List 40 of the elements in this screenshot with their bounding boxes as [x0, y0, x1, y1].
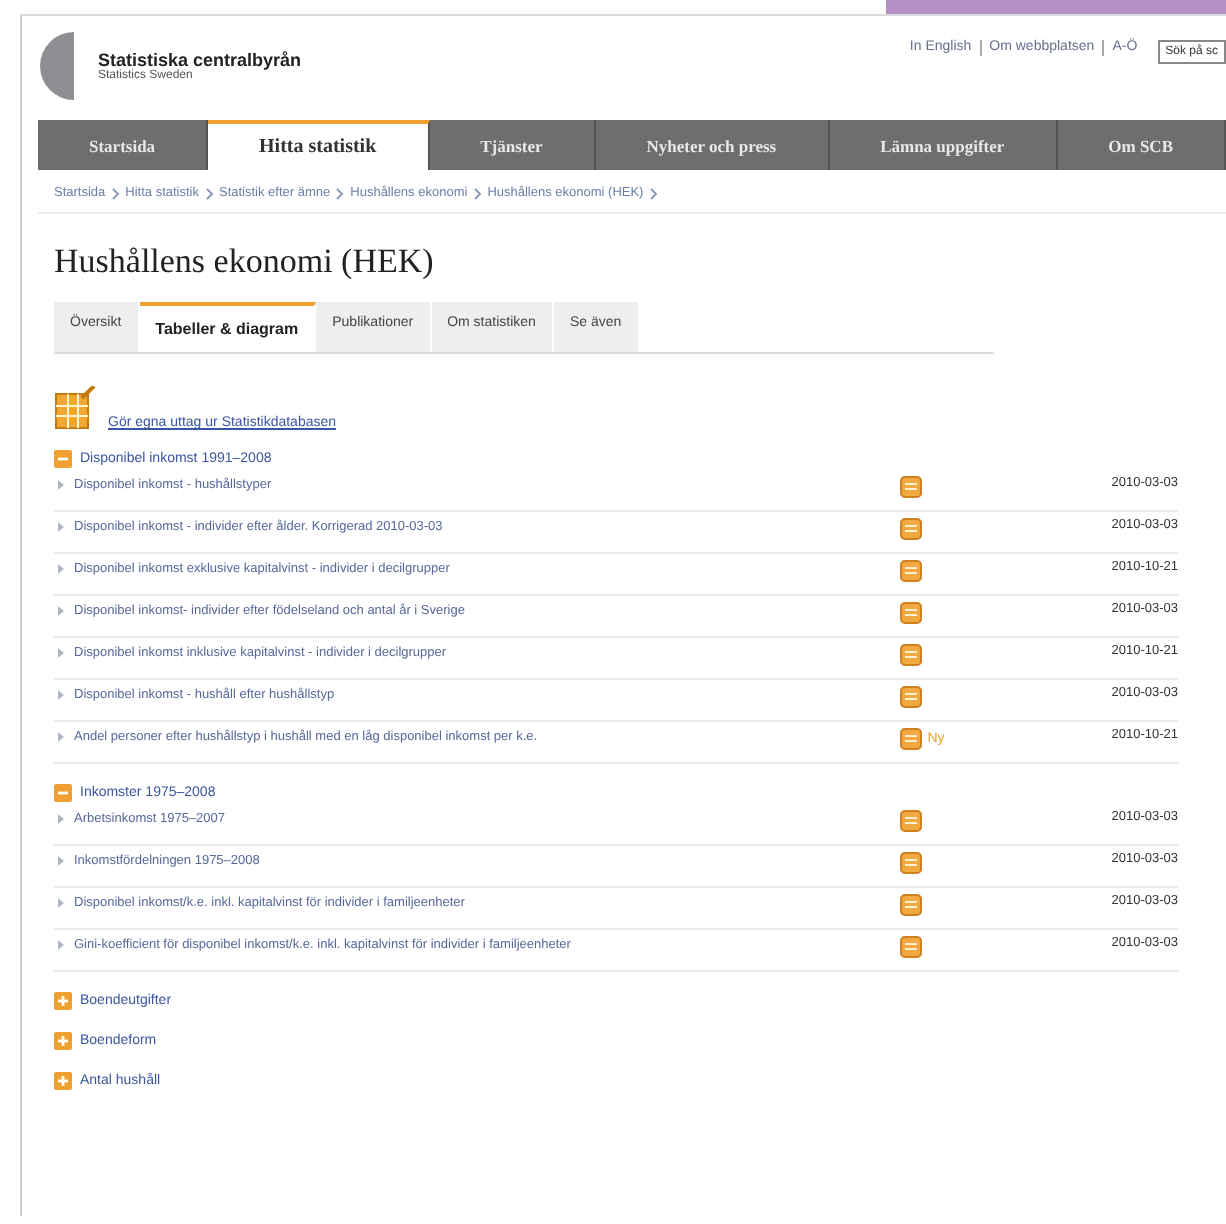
chevron-icon — [205, 187, 213, 199]
bullet-icon — [58, 690, 64, 700]
expand-toggle-icon[interactable] — [54, 449, 72, 467]
bullet-icon — [58, 898, 64, 908]
bullet-icon — [58, 480, 64, 490]
nav-tab[interactable]: Lämna uppgifter — [829, 120, 1058, 170]
expand-toggle-icon[interactable] — [54, 1071, 72, 1089]
table-icon[interactable] — [899, 810, 922, 832]
chevron-icon — [336, 187, 345, 199]
nav-tab[interactable]: Hitta statistik — [208, 120, 430, 170]
table-icon[interactable] — [899, 936, 922, 958]
table-icon[interactable] — [899, 602, 922, 624]
bullet-icon — [58, 814, 64, 824]
expand-toggle-icon[interactable] — [54, 1031, 72, 1049]
bullet-icon — [58, 564, 64, 574]
bullet-icon — [58, 940, 64, 950]
table-icon[interactable] — [899, 560, 922, 582]
page-title: Hushållens ekonomi (HEK) — [54, 242, 436, 282]
table-icon[interactable] — [899, 852, 922, 874]
table-icon[interactable] — [899, 518, 922, 540]
nav-tab[interactable]: Nyheter och press — [595, 120, 830, 170]
bullet-icon — [58, 522, 64, 532]
nav-tab[interactable]: Om SCB — [1057, 120, 1226, 170]
bullet-icon — [58, 732, 64, 742]
bullet-icon — [58, 856, 64, 866]
nav-tab[interactable]: Tjänster — [429, 120, 596, 170]
table-icon[interactable] — [899, 476, 922, 498]
bullet-icon — [58, 606, 64, 616]
expand-toggle-icon[interactable] — [54, 783, 72, 801]
chevron-icon — [649, 187, 658, 199]
table-icon — [54, 386, 98, 430]
table-icon[interactable] — [899, 686, 922, 708]
chevron-icon — [111, 187, 120, 199]
bullet-icon — [58, 648, 64, 658]
logo-name: Statistiska centralbyrån — [98, 50, 302, 70]
expand-toggle-icon[interactable] — [54, 991, 72, 1009]
chevron-icon — [473, 187, 482, 199]
table-icon[interactable] — [899, 644, 922, 666]
table-icon[interactable] — [899, 894, 922, 916]
table-icon[interactable] — [899, 728, 922, 750]
